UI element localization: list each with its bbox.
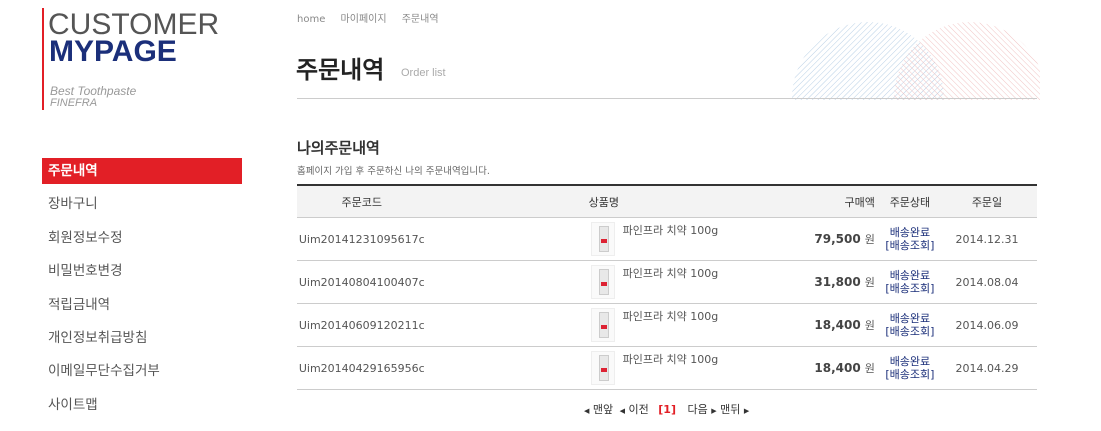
order-status: 배송완료 bbox=[889, 312, 931, 325]
section-title: 나의주문내역 bbox=[297, 139, 380, 157]
sidebar-item-edit-profile[interactable]: 회원정보수정 bbox=[42, 225, 242, 251]
track-delivery-link[interactable]: [배송조회] bbox=[883, 368, 937, 381]
col-header-code: 주문코드 bbox=[297, 184, 427, 218]
table-row: Uim20140609120211c 파인프라 치약 100g 18,400 원 … bbox=[297, 303, 1037, 347]
order-date: 2014.06.09 bbox=[937, 303, 1037, 347]
product-name[interactable]: 파인프라 치약 100g bbox=[623, 265, 719, 281]
pager-first[interactable]: 맨앞 bbox=[593, 403, 613, 416]
breadcrumb-home[interactable]: home bbox=[297, 14, 325, 25]
col-header-amount: 구매액 bbox=[800, 184, 883, 218]
section-description: 홈페이지 가입 후 주문하신 나의 주문내역입니다. bbox=[297, 166, 490, 177]
logo-line2: MYPAGE bbox=[49, 35, 177, 68]
logo-tagline: Best Toothpaste bbox=[50, 84, 137, 98]
pager-current-page[interactable]: [1] bbox=[658, 403, 676, 416]
product-thumbnail[interactable] bbox=[590, 351, 615, 385]
col-header-status: 주문상태 bbox=[882, 184, 938, 218]
sidebar-item-email-refusal[interactable]: 이메일무단수집거부 bbox=[42, 358, 242, 384]
page-subtitle: Order list bbox=[401, 67, 446, 79]
order-code: Uim20141231095617c bbox=[297, 217, 427, 261]
breadcrumb-mypage[interactable]: 마이페이지 bbox=[341, 14, 387, 25]
product-name[interactable]: 파인프라 치약 100g bbox=[623, 351, 719, 367]
order-amount: 31,800 bbox=[814, 275, 861, 289]
pager-last[interactable]: 맨뒤 bbox=[720, 403, 740, 416]
track-delivery-link[interactable]: [배송조회] bbox=[883, 325, 937, 338]
decorative-circles bbox=[792, 22, 1040, 100]
order-date: 2014.12.31 bbox=[937, 217, 1037, 261]
currency-unit: 원 bbox=[864, 276, 875, 289]
col-header-date: 주문일 bbox=[937, 184, 1037, 218]
order-amount: 79,500 bbox=[814, 232, 861, 246]
caret-left-icon: ◀ bbox=[584, 407, 590, 415]
logo: CUSTOMER MYPAGE Best Toothpaste FINEFRA bbox=[42, 8, 242, 112]
order-code: Uim20140429165956c bbox=[297, 346, 427, 390]
order-status: 배송완료 bbox=[889, 355, 931, 368]
orders-table: 주문코드 상품명 구매액 주문상태 주문일 Uim20141231095617c… bbox=[297, 184, 1037, 390]
order-status: 배송완료 bbox=[889, 269, 931, 282]
order-date: 2014.08.04 bbox=[937, 260, 1037, 304]
table-row: Uim20141231095617c 파인프라 치약 100g 79,500 원 … bbox=[297, 217, 1037, 261]
order-status: 배송완료 bbox=[889, 226, 931, 239]
sidebar-item-orders[interactable]: 주문내역 bbox=[42, 158, 242, 184]
product-name[interactable]: 파인프라 치약 100g bbox=[623, 308, 719, 324]
caret-left-icon: ◀ bbox=[619, 407, 626, 415]
order-amount: 18,400 bbox=[814, 361, 861, 375]
col-header-product: 상품명 bbox=[426, 184, 801, 218]
logo-accent-bar bbox=[42, 8, 44, 110]
page-title: 주문내역 bbox=[296, 56, 385, 84]
sidebar-item-points[interactable]: 적립금내역 bbox=[42, 292, 242, 318]
sidebar-menu: 주문내역 장바구니 회원정보수정 비밀번호변경 적립금내역 개인정보취급방침 이… bbox=[42, 158, 242, 425]
caret-right-icon: ▶ bbox=[743, 407, 750, 415]
track-delivery-link[interactable]: [배송조회] bbox=[883, 239, 937, 252]
pager-prev[interactable]: 이전 bbox=[629, 403, 649, 416]
pagination: ◀ 맨앞 ◀ 이전 [1] 다음 ▶ 맨뒤 ▶ bbox=[584, 401, 749, 417]
product-name[interactable]: 파인프라 치약 100g bbox=[623, 222, 719, 238]
sidebar-item-cart[interactable]: 장바구니 bbox=[42, 191, 242, 217]
table-row: Uim20140429165956c 파인프라 치약 100g 18,400 원 … bbox=[297, 346, 1037, 390]
table-header-row: 주문코드 상품명 구매액 주문상태 주문일 bbox=[297, 184, 1037, 218]
caret-right-icon: ▶ bbox=[711, 407, 717, 415]
track-delivery-link[interactable]: [배송조회] bbox=[883, 282, 937, 295]
sidebar-item-sitemap[interactable]: 사이트맵 bbox=[42, 392, 242, 418]
currency-unit: 원 bbox=[864, 233, 875, 246]
order-date: 2014.04.29 bbox=[937, 346, 1037, 390]
product-thumbnail[interactable] bbox=[590, 308, 615, 342]
logo-brand: FINEFRA bbox=[50, 97, 98, 109]
breadcrumb: home 마이페이지 주문내역 bbox=[297, 10, 451, 25]
order-code: Uim20140609120211c bbox=[297, 303, 427, 347]
title-divider bbox=[297, 98, 1037, 99]
pager-next[interactable]: 다음 bbox=[688, 403, 708, 416]
product-thumbnail[interactable] bbox=[590, 265, 615, 299]
product-thumbnail[interactable] bbox=[590, 222, 615, 256]
currency-unit: 원 bbox=[864, 319, 875, 332]
table-row: Uim20140804100407c 파인프라 치약 100g 31,800 원 … bbox=[297, 260, 1037, 304]
breadcrumb-orders: 주문내역 bbox=[401, 14, 439, 25]
sidebar-item-change-password[interactable]: 비밀번호변경 bbox=[42, 258, 242, 284]
order-amount: 18,400 bbox=[814, 318, 861, 332]
currency-unit: 원 bbox=[864, 362, 875, 375]
sidebar-item-privacy-policy[interactable]: 개인정보취급방침 bbox=[42, 325, 242, 351]
order-code: Uim20140804100407c bbox=[297, 260, 427, 304]
